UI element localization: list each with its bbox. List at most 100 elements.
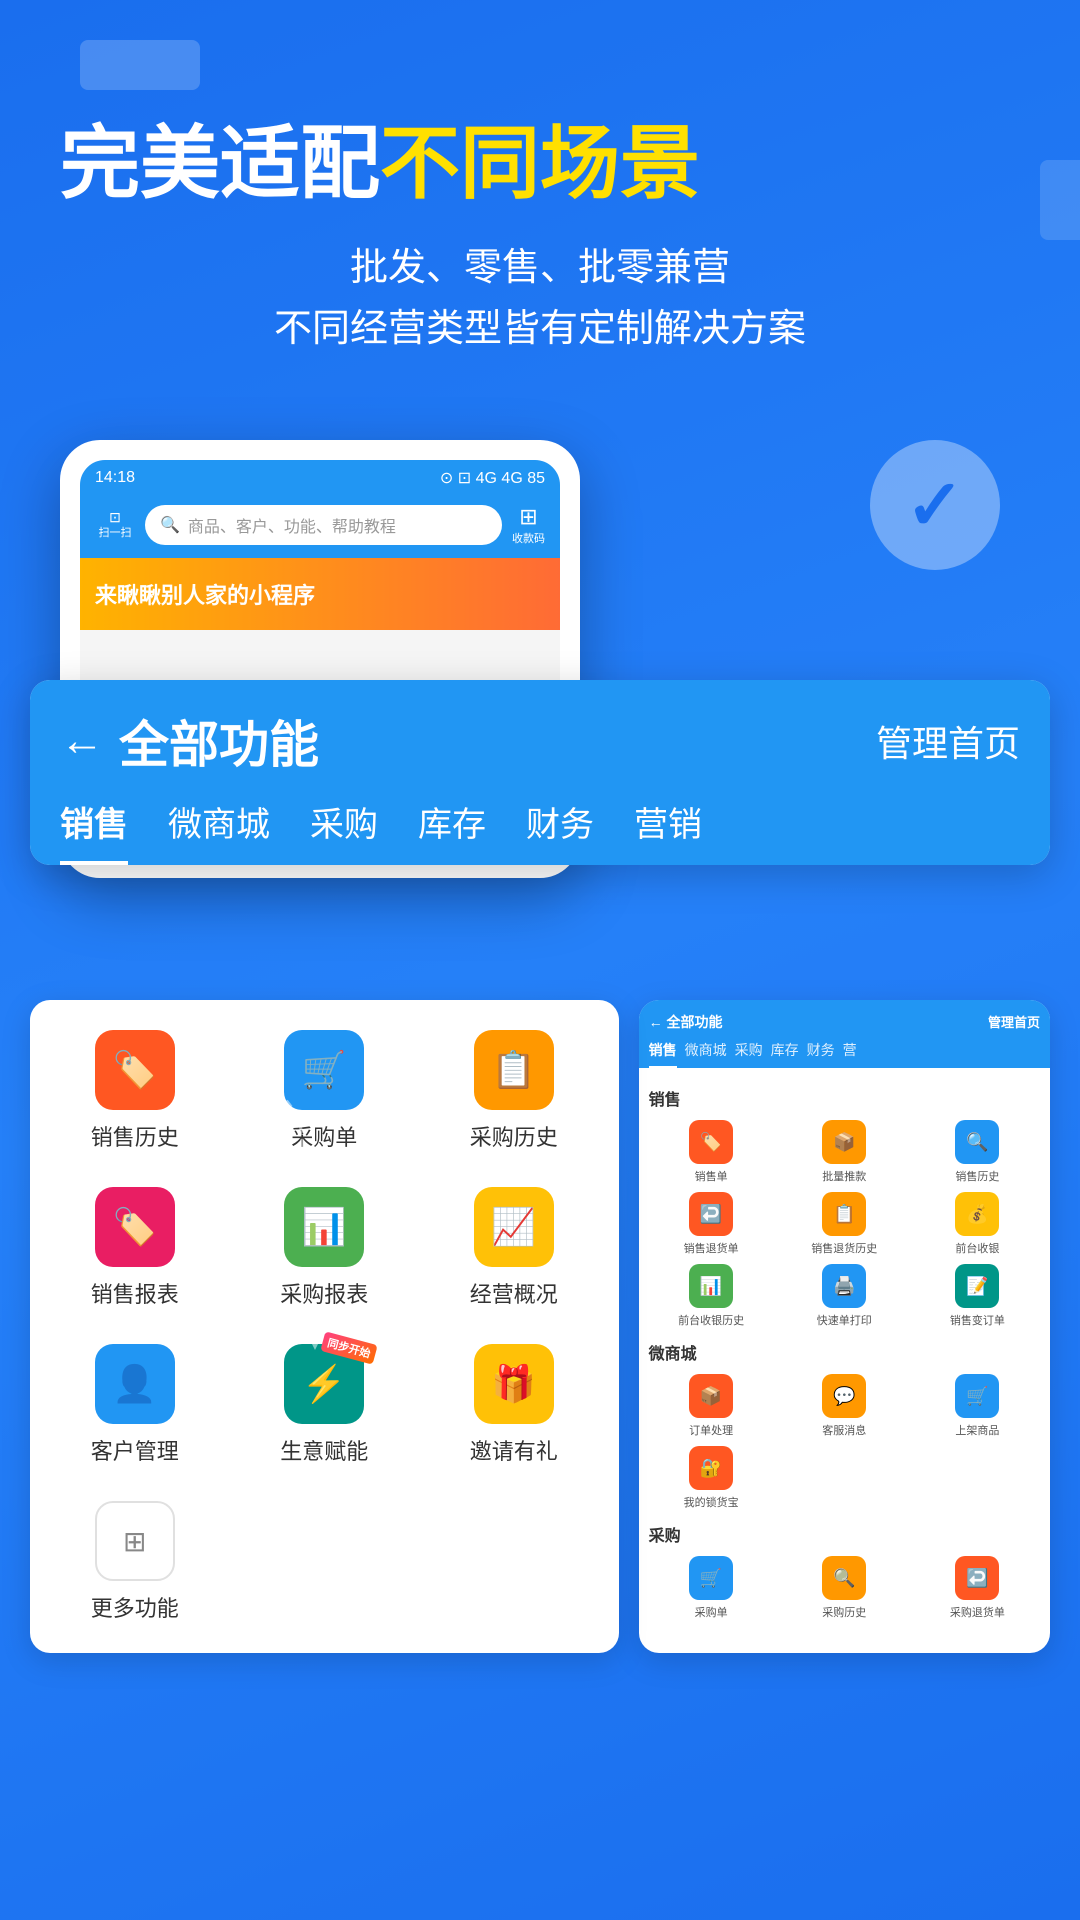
hero-title-white: 完美适配 xyxy=(60,120,380,208)
hero-section: 完美适配 不同场景 批发、零售、批零兼营 不同经营类型皆有定制解决方案 xyxy=(60,120,1020,360)
phone-banner-text: 来瞅瞅别人家的小程序 xyxy=(95,583,315,608)
scan-icon: ⊡ 扫一扫 xyxy=(95,510,135,540)
mini-pur-return-icon: ↩️ xyxy=(955,1556,999,1600)
more-functions-item[interactable]: ⊞ 更多功能 xyxy=(50,1501,220,1623)
sales-history-icon: 🏷️ xyxy=(95,1030,175,1110)
mini-order-proc-icon: 📦 xyxy=(689,1374,733,1418)
panel-title-row: ← 全部功能 管理首页 xyxy=(60,705,1020,797)
phone-search-bar: ⊡ 扫一扫 🔍 商品、客户、功能、帮助教程 ⊞ 收款码 xyxy=(80,496,560,558)
tab-purchase[interactable]: 采购 xyxy=(310,797,378,865)
mini-section-purchase: 采购 xyxy=(649,1522,1040,1546)
mini-tab-sales[interactable]: 销售 xyxy=(649,1040,677,1068)
tab-finance[interactable]: 财务 xyxy=(526,797,594,865)
list-item: ⚡ 同步开始 生意赋能 xyxy=(240,1344,410,1466)
mini-sales-hist-icon: 🔍 xyxy=(955,1120,999,1164)
purchase-report-icon: 📊 xyxy=(284,1187,364,1267)
mini-manage-link[interactable]: 管理首页 xyxy=(988,1012,1040,1032)
list-item: 💬 客服消息 xyxy=(782,1374,907,1438)
sales-report-label: 销售报表 xyxy=(91,1277,179,1309)
manage-home-link[interactable]: 管理首页 xyxy=(876,715,1020,767)
panel-tabs: 销售 微商城 采购 库存 财务 营销 xyxy=(60,797,1020,865)
tab-sales[interactable]: 销售 xyxy=(60,797,128,865)
back-arrow-icon[interactable]: ← xyxy=(60,716,104,766)
mini-quick-print-label: 快速单打印 xyxy=(817,1312,872,1328)
mini-sales-return-hist-icon: 📋 xyxy=(822,1192,866,1236)
tab-marketing[interactable]: 营销 xyxy=(634,797,702,865)
tab-inventory[interactable]: 库存 xyxy=(418,797,486,865)
list-item: 💰 前台收银 xyxy=(915,1192,1040,1256)
list-item: 🏷️ 销售单 xyxy=(649,1120,774,1184)
panel-title: ← 全部功能 xyxy=(60,705,319,777)
more-functions-label: 更多功能 xyxy=(91,1591,179,1623)
biz-empower-icon: ⚡ 同步开始 xyxy=(284,1344,364,1424)
list-item: 🛒 上架商品 xyxy=(915,1374,1040,1438)
tab-micro-mall[interactable]: 微商城 xyxy=(168,797,270,865)
purchase-report-label: 采购报表 xyxy=(280,1277,368,1309)
mini-cashier-label: 前台收银 xyxy=(955,1240,999,1256)
list-item: 🔐 我的锁货宝 xyxy=(649,1446,774,1510)
mini-lock-goods-icon: 🔐 xyxy=(689,1446,733,1490)
mini-sales-order-label: 销售单 xyxy=(695,1168,728,1184)
mini-tabs: 销售 微商城 采购 库存 财务 营 xyxy=(649,1040,1040,1068)
list-item: 📊 采购报表 xyxy=(240,1187,410,1309)
mini-order-proc-label: 订单处理 xyxy=(689,1422,733,1438)
mini-customer-msg-label: 客服消息 xyxy=(822,1422,866,1438)
mini-sales-hist-label: 销售历史 xyxy=(955,1168,999,1184)
business-overview-label: 经营概况 xyxy=(470,1277,558,1309)
mini-tab-marketing[interactable]: 营 xyxy=(843,1040,857,1068)
more-icon: ⊞ xyxy=(95,1501,175,1581)
invite-gift-icon: 🎁 xyxy=(474,1344,554,1424)
mini-pur-return-label: 采购退货单 xyxy=(950,1604,1005,1620)
list-item: ↩️ 采购退货单 xyxy=(915,1556,1040,1620)
list-item: 🏷️ 销售历史 xyxy=(50,1030,220,1152)
right-notch xyxy=(1040,160,1080,240)
list-item: 📦 订单处理 xyxy=(649,1374,774,1438)
top-decoration xyxy=(80,40,200,90)
scan-label: 扫一扫 xyxy=(95,524,135,540)
panel-title-text: 全部功能 xyxy=(119,705,319,777)
right-mini-panel: ← 全部功能 管理首页 销售 微商城 采购 库存 财务 营 销售 🏷️ 销售单 xyxy=(639,1000,1050,1653)
mini-sales-grid: 🏷️ 销售单 📦 批量推款 🔍 销售历史 ↩️ 销售退货单 📋 销售 xyxy=(649,1120,1040,1328)
hero-subtitle: 批发、零售、批零兼营 不同经营类型皆有定制解决方案 xyxy=(60,238,1020,360)
list-item: 📋 销售退货历史 xyxy=(782,1192,907,1256)
hero-title-yellow: 不同场景 xyxy=(380,120,700,208)
mini-batch-push-label: 批量推款 xyxy=(822,1168,866,1184)
mini-tab-micro[interactable]: 微商城 xyxy=(685,1040,727,1068)
sales-history-label: 销售历史 xyxy=(91,1120,179,1152)
phone-time: 14:18 xyxy=(95,469,135,487)
bottom-section: 🏷️ 销售历史 🛒 采购单 📋 采购历史 🏷️ 销售报表 📊 采购报表 xyxy=(30,1000,1050,1653)
phone-status-bar: 14:18 ⊙ ⊡ 4G 4G 85 xyxy=(80,460,560,496)
list-item: 📝 销售变订单 xyxy=(915,1264,1040,1328)
list-item: 🔍 采购历史 xyxy=(782,1556,907,1620)
mini-cashier-hist-icon: 📊 xyxy=(689,1264,733,1308)
purchase-history-icon: 📋 xyxy=(474,1030,554,1110)
hero-subtitle-line1: 批发、零售、批零兼营 xyxy=(60,238,1020,299)
biz-empower-label: 生意赋能 xyxy=(280,1434,368,1466)
mini-panel-header: ← 全部功能 管理首页 销售 微商城 采购 库存 财务 营 xyxy=(639,1000,1050,1068)
sales-report-icon: 🏷️ xyxy=(95,1187,175,1267)
mini-cashier-hist-label: 前台收银历史 xyxy=(678,1312,744,1328)
list-item: ↩️ 销售退货单 xyxy=(649,1192,774,1256)
hero-title: 完美适配 不同场景 xyxy=(60,120,1020,208)
mini-micro-grid: 📦 订单处理 💬 客服消息 🛒 上架商品 🔐 我的锁货宝 xyxy=(649,1374,1040,1510)
qr-icon-box: ⊞ 收款码 xyxy=(512,504,545,546)
purchase-order-icon: 🛒 xyxy=(284,1030,364,1110)
list-item: 👤 客户管理 xyxy=(50,1344,220,1466)
mini-tab-inventory[interactable]: 库存 xyxy=(771,1040,799,1068)
mini-pur-order-icon: 🛒 xyxy=(689,1556,733,1600)
phone-icons: ⊙ ⊡ 4G 4G 85 xyxy=(440,468,545,488)
left-icon-panel: 🏷️ 销售历史 🛒 采购单 📋 采购历史 🏷️ 销售报表 📊 采购报表 xyxy=(30,1000,619,1653)
mini-list-goods-icon: 🛒 xyxy=(955,1374,999,1418)
mini-tab-finance[interactable]: 财务 xyxy=(807,1040,835,1068)
mini-tab-purchase[interactable]: 采购 xyxy=(735,1040,763,1068)
customer-mgmt-label: 客户管理 xyxy=(91,1434,179,1466)
mini-sales-order-icon: 🏷️ xyxy=(689,1120,733,1164)
search-input-mock: 🔍 商品、客户、功能、帮助教程 xyxy=(145,505,502,545)
list-item: 📦 批量推款 xyxy=(782,1120,907,1184)
invite-gift-label: 邀请有礼 xyxy=(470,1434,558,1466)
main-panel: ← 全部功能 管理首页 销售 微商城 采购 库存 财务 营销 xyxy=(30,680,1050,865)
list-item: 🛒 采购单 xyxy=(240,1030,410,1152)
list-item: 🔍 销售历史 xyxy=(915,1120,1040,1184)
mini-back-link[interactable]: ← 全部功能 xyxy=(649,1012,723,1032)
hero-subtitle-line2: 不同经营类型皆有定制解决方案 xyxy=(60,299,1020,360)
